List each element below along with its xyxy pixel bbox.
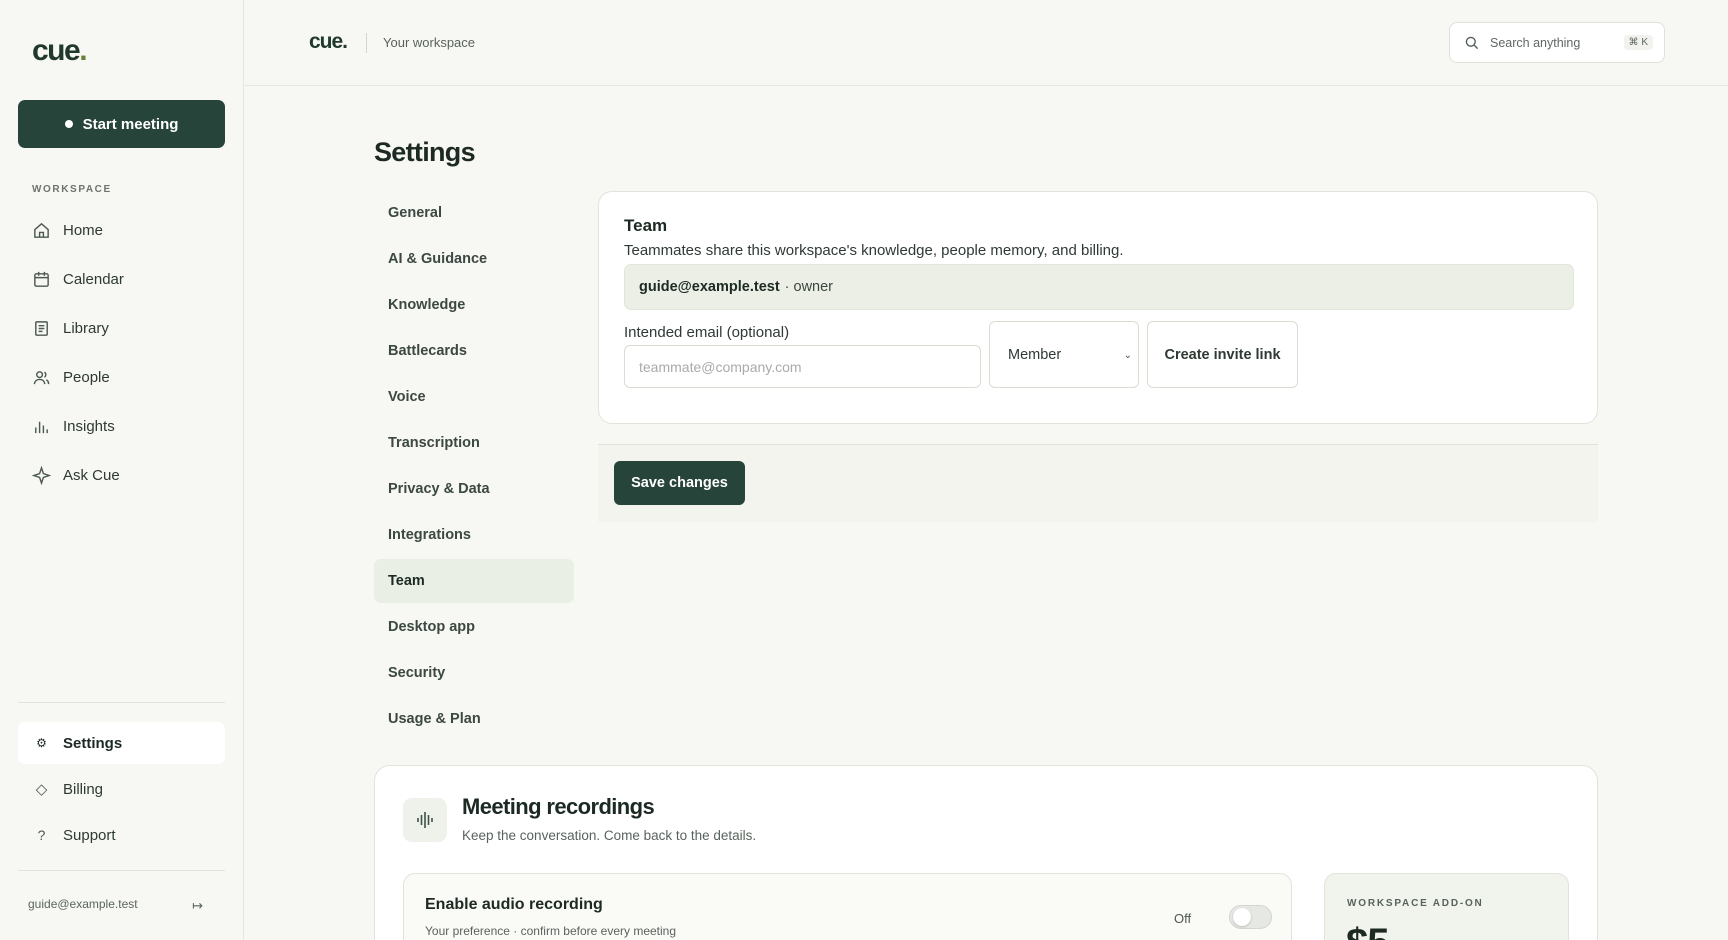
sidebar-item-label: Home — [63, 221, 104, 239]
sidebar-nav: Home Calendar Library People Insights As… — [18, 209, 225, 503]
sidebar-item-ask-cue[interactable]: Ask Cue — [18, 454, 225, 496]
waveform-icon — [417, 812, 433, 828]
team-description: Teammates share this workspace's knowled… — [624, 242, 1124, 259]
page-title: Settings — [374, 137, 476, 167]
create-invite-link-button[interactable]: Create invite link — [1147, 321, 1298, 388]
sidebar-item-label: Support — [63, 826, 116, 844]
chevron-down-icon: ⌄ — [1123, 350, 1132, 361]
sparkle-icon — [32, 465, 51, 485]
library-icon — [35, 320, 48, 336]
workspace-addon-card: WORKSPACE ADD-ON $5 — [1324, 873, 1569, 940]
sidebar-item-label: Library — [63, 319, 109, 337]
sign-out-icon[interactable]: ↦ — [192, 898, 203, 914]
insights-icon — [35, 421, 48, 433]
team-member-row: guide@example.test · owner — [624, 264, 1574, 310]
search-placeholder: Search anything — [1490, 35, 1581, 50]
settings-tab-integrations[interactable]: Integrations — [374, 513, 574, 557]
search-input[interactable]: Search anything ⌘ K — [1449, 22, 1665, 63]
sidebar: cue. Start meeting WORKSPACE Home Calend… — [0, 0, 244, 940]
sidebar-item-support[interactable]: ? Support — [18, 814, 225, 856]
sidebar-item-label: Billing — [63, 780, 104, 798]
member-email: guide@example.test — [639, 279, 780, 295]
recordings-title: Meeting recordings — [462, 794, 655, 819]
settings-tab-ai-guidance[interactable]: AI & Guidance — [374, 237, 574, 281]
audio-recording-title: Enable audio recording — [425, 896, 603, 913]
sidebar-divider — [18, 870, 225, 871]
gear-icon: ⚙ — [36, 736, 47, 750]
user-email: guide@example.test — [28, 897, 138, 911]
workspace-section-label: WORKSPACE — [32, 184, 112, 195]
meeting-recordings-card: Meeting recordings Keep the conversation… — [374, 765, 1598, 940]
calendar-icon — [34, 271, 49, 287]
audio-recording-setting: Enable audio recording Your preference ·… — [403, 873, 1292, 940]
settings-tab-team[interactable]: Team — [374, 559, 574, 603]
settings-tab-privacy-data[interactable]: Privacy & Data — [374, 467, 574, 511]
addon-label: WORKSPACE ADD-ON — [1347, 898, 1484, 909]
team-title: Team — [624, 216, 668, 235]
settings-tab-security[interactable]: Security — [374, 651, 574, 695]
save-changes-button[interactable]: Save changes — [614, 461, 745, 505]
save-bar: Save changes — [598, 444, 1598, 522]
settings-tab-transcription[interactable]: Transcription — [374, 421, 574, 465]
search-icon — [1465, 36, 1479, 49]
top-header: cue. Your workspace Search anything ⌘ K — [245, 0, 1728, 86]
home-icon — [34, 222, 49, 238]
settings-tab-knowledge[interactable]: Knowledge — [374, 283, 574, 327]
people-icon — [33, 370, 50, 384]
search-shortcut-badge: ⌘ K — [1623, 35, 1653, 50]
sidebar-item-label: Settings — [63, 734, 123, 752]
start-meeting-button[interactable]: Start meeting — [18, 100, 225, 148]
header-logo[interactable]: cue. — [309, 30, 348, 54]
settings-tab-usage-plan[interactable]: Usage & Plan — [374, 697, 574, 741]
addon-price: $5 — [1346, 921, 1389, 940]
sidebar-item-people[interactable]: People — [18, 356, 225, 398]
toggle-knob — [1233, 908, 1251, 926]
role-select-value: Member — [1008, 346, 1062, 363]
start-meeting-label: Start meeting — [82, 115, 179, 133]
role-select[interactable]: Member ⌄ — [989, 321, 1139, 388]
settings-tab-general[interactable]: General — [374, 191, 574, 235]
member-role: · owner — [784, 279, 834, 295]
sidebar-item-library[interactable]: Library — [18, 307, 225, 349]
sidebar-bottom-nav: ⚙ Settings ◇ Billing ? Support — [18, 722, 225, 860]
diamond-icon: ◇ — [35, 781, 48, 798]
help-icon: ? — [37, 827, 46, 843]
app-logo[interactable]: cue. — [32, 34, 88, 68]
invite-email-label: Intended email (optional) — [624, 324, 790, 341]
settings-tab-battlecards[interactable]: Battlecards — [374, 329, 574, 373]
sidebar-item-calendar[interactable]: Calendar — [18, 258, 225, 300]
team-card: Team Teammates share this workspace's kn… — [598, 191, 1598, 424]
audio-recording-description: Your preference · confirm before every m… — [425, 924, 677, 938]
sidebar-item-label: People — [63, 368, 110, 386]
header-divider — [366, 33, 367, 53]
settings-tab-desktop-app[interactable]: Desktop app — [374, 605, 574, 649]
sidebar-item-insights[interactable]: Insights — [18, 405, 225, 447]
sidebar-item-label: Insights — [63, 417, 115, 435]
record-dot-icon — [64, 120, 73, 128]
recordings-icon-box — [403, 798, 447, 842]
audio-recording-toggle[interactable] — [1229, 905, 1272, 929]
sidebar-item-label: Ask Cue — [63, 466, 120, 484]
sidebar-item-billing[interactable]: ◇ Billing — [18, 768, 225, 810]
settings-tab-voice[interactable]: Voice — [374, 375, 574, 419]
sidebar-item-home[interactable]: Home — [18, 209, 225, 251]
sidebar-item-settings[interactable]: ⚙ Settings — [18, 722, 225, 764]
settings-nav: General AI & Guidance Knowledge Battleca… — [374, 191, 574, 743]
workspace-name[interactable]: Your workspace — [383, 35, 475, 50]
toggle-state-label: Off — [1174, 911, 1192, 926]
sidebar-item-label: Calendar — [63, 270, 124, 288]
invite-email-field[interactable] — [624, 345, 981, 388]
sidebar-divider — [18, 702, 225, 703]
recordings-subtitle: Keep the conversation. Come back to the … — [462, 828, 757, 843]
